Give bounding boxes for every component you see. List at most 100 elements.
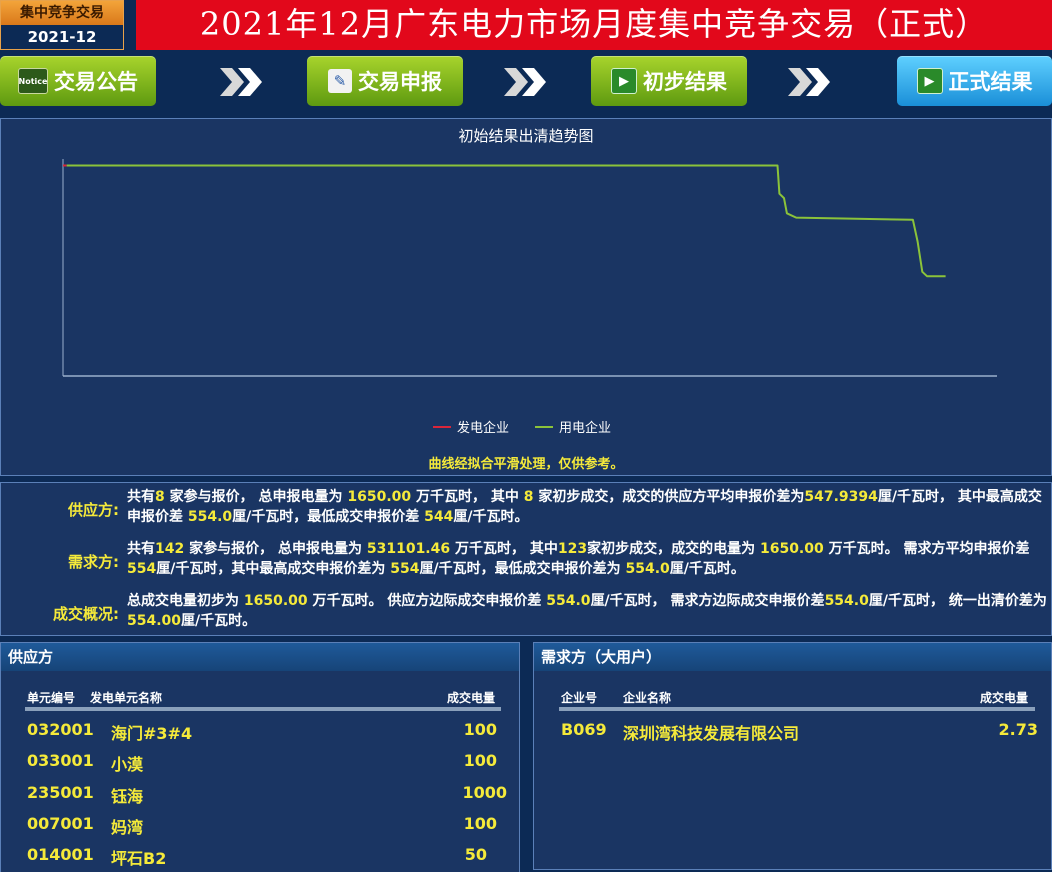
unit-amount: 100: [463, 751, 497, 770]
column-header-unit-name: 发电单元名称: [90, 691, 163, 705]
unit-name: 小漠: [111, 755, 144, 774]
series-line-demand: [66, 164, 946, 278]
text: 厘/千瓦时。: [181, 613, 257, 629]
text: 家初步成交，成交的电量为: [587, 541, 760, 557]
demand-table-title: 需求方（大用户）: [534, 643, 1051, 671]
value: 554: [127, 561, 157, 577]
demand-table-panel: 需求方（大用户） 企业号 企业名称 成交电量 B069 深圳湾科技发展有限公司 …: [533, 642, 1052, 870]
legend-swatch: [535, 425, 553, 428]
demand-summary-label: 需求方:: [68, 553, 119, 571]
text: 厘/千瓦时。: [453, 509, 529, 525]
value: 554.0: [187, 509, 233, 525]
badge-trade-type: 集中竞争交易: [1, 1, 123, 25]
value: 554.00: [127, 613, 182, 629]
value: 1650.00: [243, 593, 308, 609]
value: 544: [424, 509, 454, 525]
step-declaration-button[interactable]: ✎ 交易申报: [307, 56, 463, 106]
text: 厘/千瓦时，最低成交申报价差: [232, 509, 425, 525]
column-header-unit-id: 单元编号: [27, 691, 76, 705]
unit-name: 钰海: [111, 787, 144, 806]
text: 共有: [127, 541, 155, 557]
text: 家参与报价， 总申报电量为: [164, 489, 348, 505]
value: 8: [523, 489, 534, 505]
overview-summary-text: 总成交电量初步为 1650.00 万千瓦时。 供应方边际成交申报价差 554.0…: [127, 591, 1051, 631]
company-name: 深圳湾科技发展有限公司: [623, 724, 800, 743]
column-header-amount: 成交电量: [447, 691, 496, 705]
legend-item-supply: 发电企业: [433, 417, 509, 436]
header-divider: [25, 707, 501, 711]
value: 123: [557, 541, 588, 557]
value: 554.0: [625, 561, 670, 577]
value: 142: [155, 541, 185, 557]
legend-item-demand: 用电企业: [535, 417, 611, 436]
text: 家参与报价， 总申报电量为: [184, 541, 367, 557]
text: 厘/千瓦时， 统一出清价差为: [868, 593, 1047, 609]
text: 厘/千瓦时， 需求方边际成交申报价差: [590, 593, 825, 609]
step-final-result-button[interactable]: ▶ 正式结果: [897, 56, 1052, 106]
notice-icon: Notice: [18, 68, 48, 94]
unit-id: 032001: [27, 720, 94, 739]
unit-amount: 100: [463, 720, 497, 739]
step-label: 交易申报: [358, 70, 442, 94]
value: 547.9394: [804, 489, 878, 505]
company-id: B069: [561, 720, 607, 739]
value: 531101.46: [366, 541, 451, 557]
unit-id: 014001: [27, 845, 94, 864]
step-announcement-button[interactable]: Notice 交易公告: [0, 56, 156, 106]
edit-icon: ✎: [328, 69, 352, 93]
step-preliminary-result-button[interactable]: ▶ 初步结果: [591, 56, 747, 106]
header: 集中竞争交易 2021-12 2021年12月广东电力市场月度集中竞争交易（正式…: [0, 0, 1052, 52]
unit-name: 坪石B2: [111, 849, 167, 868]
unit-amount: 50: [464, 845, 487, 864]
step-label: 正式结果: [948, 70, 1033, 94]
chart-panel: 初始结果出清趋势图 发电企业 用电企业 曲线经拟合平滑处理，仅供参考。: [0, 118, 1052, 476]
legend-label: 用电企业: [559, 421, 612, 436]
text: 万千瓦时。 供应方边际成交申报价差: [307, 593, 547, 609]
step-nav: Notice 交易公告 ✎ 交易申报 ▶ 初步结果 ▶ 正式结果: [0, 56, 1052, 110]
value: 554.0: [824, 593, 869, 609]
play-icon: ▶: [916, 68, 943, 94]
value: 1650.00: [759, 541, 824, 557]
text: 万千瓦时。 需求方平均申报价差: [823, 541, 1030, 557]
text: 厘/千瓦时。: [669, 561, 745, 577]
play-icon: ▶: [611, 68, 637, 94]
chevron-right-icon: [504, 68, 546, 96]
value: 554.0: [546, 593, 591, 609]
supply-summary-text: 共有8 家参与报价， 总申报电量为 1650.00 万千瓦时， 其中 8 家初步…: [127, 487, 1051, 527]
column-header-amount: 成交电量: [980, 691, 1029, 705]
supply-summary-label: 供应方:: [68, 501, 119, 519]
text: 万千瓦时， 其中: [411, 489, 524, 505]
demand-summary-text: 共有142 家参与报价， 总申报电量为 531101.46 万千瓦时， 其中12…: [127, 539, 1051, 579]
value: 8: [155, 489, 165, 505]
legend-label: 发电企业: [457, 421, 510, 436]
overview-summary-label: 成交概况:: [53, 605, 119, 623]
header-divider: [559, 707, 1035, 711]
supply-table-title: 供应方: [1, 643, 519, 671]
trade-type-badge: 集中竞争交易 2021-12: [0, 0, 124, 50]
chevron-right-icon: [220, 68, 262, 96]
unit-name: 海门#3#4: [111, 724, 193, 743]
column-header-company-name: 企业名称: [623, 691, 672, 705]
unit-amount: 1000: [462, 783, 507, 802]
text: 家初步成交，成交的供应方平均申报价差为: [533, 489, 805, 505]
text: 万千瓦时， 其中: [450, 541, 558, 557]
badge-month: 2021-12: [27, 28, 97, 46]
chart-note: 曲线经拟合平滑处理，仅供参考。: [428, 457, 624, 472]
chevron-right-icon: [788, 68, 830, 96]
page-title: 2021年12月广东电力市场月度集中竞争交易（正式）: [136, 0, 1052, 50]
value: 554: [390, 561, 420, 577]
text: 厘/千瓦时，最低成交申报价差为: [419, 561, 626, 577]
step-label: 交易公告: [54, 70, 138, 94]
text: 总成交电量初步为: [127, 593, 244, 609]
unit-amount: 100: [463, 814, 497, 833]
trend-chart: [62, 159, 997, 377]
legend-swatch: [433, 425, 451, 428]
unit-id: 033001: [27, 751, 94, 770]
unit-id: 235001: [27, 783, 94, 802]
summary-panel: 供应方: 共有8 家参与报价， 总申报电量为 1650.00 万千瓦时， 其中 …: [0, 482, 1052, 636]
unit-id: 007001: [27, 814, 94, 833]
supply-table-panel: 供应方 单元编号 发电单元名称 成交电量 032001 海门#3#4 100 0…: [0, 642, 520, 872]
company-amount: 2.73: [998, 720, 1038, 739]
unit-name: 妈湾: [111, 818, 144, 837]
text: 厘/千瓦时，其中最高成交申报价差为: [156, 561, 391, 577]
